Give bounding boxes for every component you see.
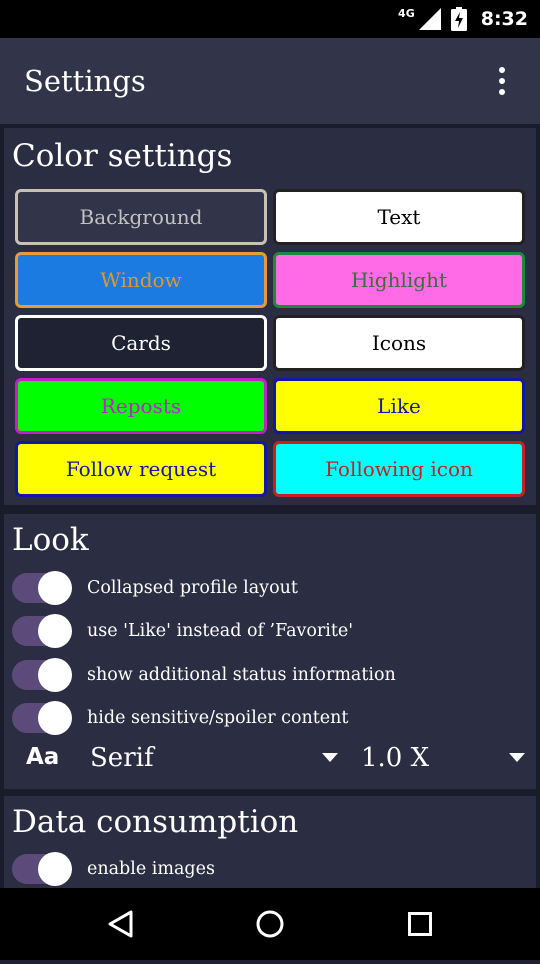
scale-select[interactable]: 1.0 X <box>361 736 525 780</box>
back-icon[interactable] <box>84 888 156 960</box>
toggle-collapsed-profile-layout[interactable]: Collapsed profile layout <box>12 570 298 606</box>
app-bar: Settings <box>0 38 540 124</box>
recents-icon[interactable] <box>384 888 456 960</box>
toggle-use-like[interactable]: use 'Like' instead of ’Favorite' <box>12 613 353 649</box>
switch[interactable] <box>12 700 72 736</box>
font-row: Aa Serif 1.0 X <box>4 736 536 780</box>
color-settings-card: Color settings Background Text Window Highl… <box>4 128 536 505</box>
network-type: 4G <box>398 6 415 20</box>
signal-icon <box>418 8 441 30</box>
switch[interactable] <box>12 851 72 887</box>
font-size-icon: Aa <box>26 744 60 770</box>
dropdown-arrow-icon <box>509 753 525 762</box>
home-icon[interactable] <box>234 888 306 960</box>
toggle-label: hide sensitive/spoiler content <box>87 708 349 728</box>
scale-select-value: 1.0 X <box>361 743 430 773</box>
color-button-following-icon[interactable]: Following icon <box>273 441 525 497</box>
toggle-label: show additional status information <box>87 665 396 685</box>
more-vert-icon[interactable] <box>486 64 518 98</box>
toggle-hide-sensitive[interactable]: hide sensitive/spoiler content <box>12 700 348 736</box>
page-title: Settings <box>24 64 146 98</box>
clock: 8:32 <box>480 8 528 30</box>
color-grid: Background Text Window Highlight Cards Icons R… <box>15 189 525 497</box>
toggle-label: Collapsed profile layout <box>87 578 298 598</box>
switch[interactable] <box>12 570 72 606</box>
toggle-label: enable images <box>87 859 215 879</box>
color-button-follow-request[interactable]: Follow request <box>15 441 267 497</box>
color-button-reposts[interactable]: Reposts <box>15 378 267 434</box>
switch[interactable] <box>12 657 72 693</box>
color-button-window[interactable]: Window <box>15 252 267 308</box>
toggle-enable-images[interactable]: enable images <box>12 851 215 887</box>
color-button-highlight[interactable]: Highlight <box>273 252 525 308</box>
color-settings-title: Color settings <box>12 138 233 174</box>
font-select[interactable]: Serif <box>90 736 338 780</box>
settings-content[interactable]: Color settings Background Text Window Highl… <box>0 124 540 888</box>
color-button-text[interactable]: Text <box>273 189 525 245</box>
color-button-icons[interactable]: Icons <box>273 315 525 371</box>
toggle-show-status-info[interactable]: show additional status information <box>12 657 396 693</box>
look-title: Look <box>12 522 89 558</box>
dropdown-arrow-icon <box>322 753 338 762</box>
color-button-cards[interactable]: Cards <box>15 315 267 371</box>
status-bar: 4G 8:32 <box>0 0 540 38</box>
data-consumption-title: Data consumption <box>12 804 299 840</box>
color-button-background[interactable]: Background <box>15 189 267 245</box>
font-select-value: Serif <box>90 743 154 773</box>
look-card: Look Collapsed profile layout use 'Like'… <box>4 514 536 789</box>
battery-charging-icon <box>450 7 467 31</box>
toggle-label: use 'Like' instead of ’Favorite' <box>87 621 354 641</box>
data-consumption-card: Data consumption enable images <box>4 796 536 888</box>
color-button-like[interactable]: Like <box>273 378 525 434</box>
navigation-bar <box>0 888 540 960</box>
switch[interactable] <box>12 613 72 649</box>
